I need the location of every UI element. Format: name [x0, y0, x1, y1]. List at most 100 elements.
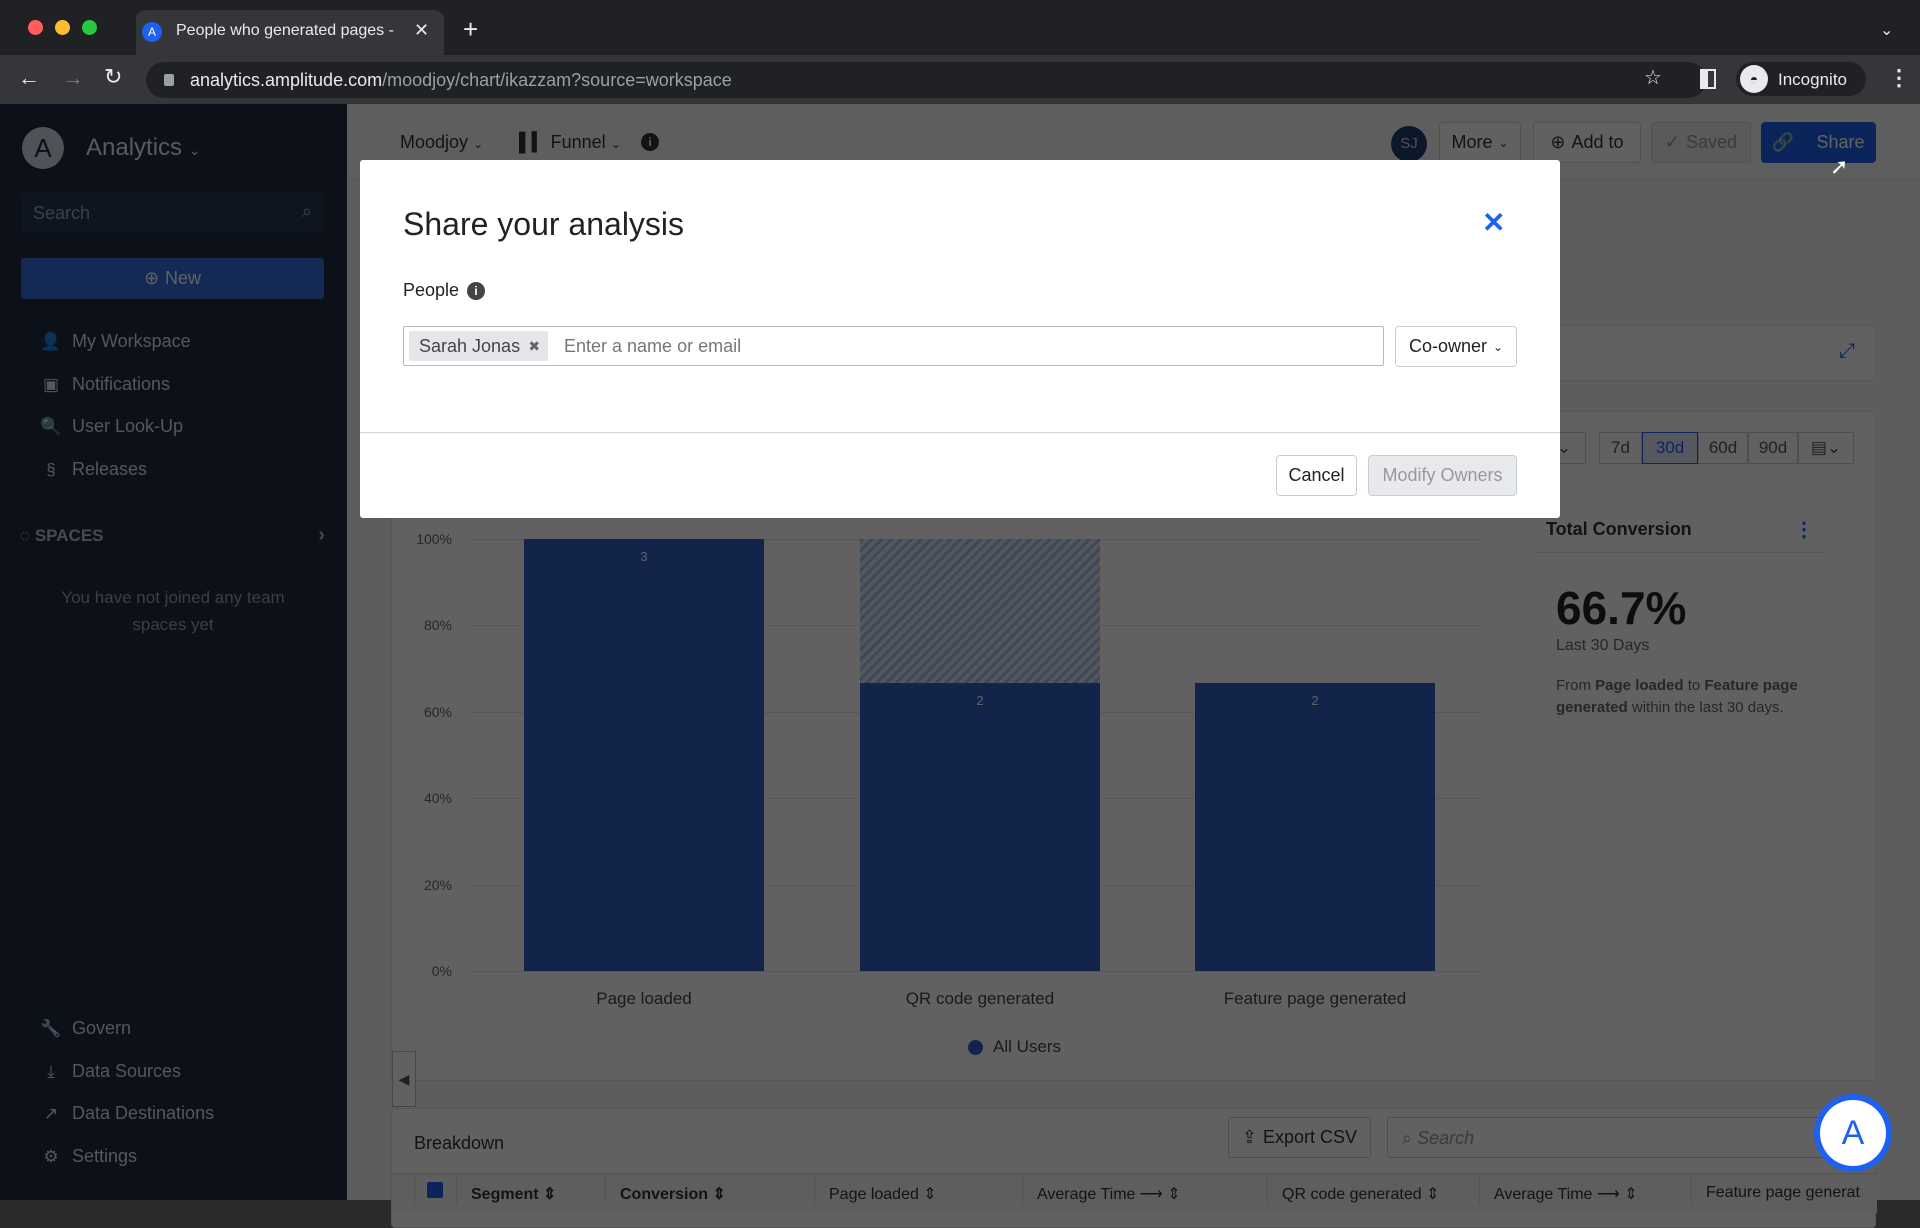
chevron-right-icon: › [318, 524, 325, 546]
address-bar[interactable]: analytics.amplitude.com/moodjoy/chart/ik… [146, 62, 1706, 98]
y-tick-label: 40% [423, 790, 452, 807]
lock-icon [164, 74, 174, 86]
export-csv-button[interactable]: ⇪ Export CSV [1228, 1117, 1371, 1158]
info-icon[interactable]: i [467, 281, 486, 300]
search-placeholder: Search [1417, 1128, 1475, 1148]
check-icon: ✓ [1664, 132, 1681, 152]
cancel-button[interactable]: Cancel [1276, 455, 1357, 496]
plus-circle-icon: ⊕ [143, 268, 160, 288]
saved-label: Saved [1686, 132, 1738, 152]
role-value: Co-owner [1408, 336, 1487, 356]
search-icon: ⌕ [301, 201, 312, 221]
export-icon: ↗ [43, 1103, 59, 1123]
modify-owners-button[interactable]: Modify Owners [1368, 455, 1517, 496]
copy-link-button[interactable]: 🔗 [1761, 122, 1805, 163]
sidebar-item-notifications[interactable]: ▣ Notifications [40, 374, 170, 395]
sidebar-item-user-lookup[interactable]: 🔍 User Look-Up [40, 416, 183, 437]
browser-tab[interactable]: People who generated pages - [136, 10, 444, 55]
breakdown-search-input[interactable]: ⌕ Search [1387, 1117, 1861, 1158]
dropoff-bar [860, 539, 1100, 683]
x-tick-label: Page loaded [596, 989, 692, 1008]
amplitude-logo-icon: A [1820, 1100, 1886, 1166]
search-placeholder: Search [33, 203, 91, 223]
kebab-menu-icon[interactable]: ⋮ [1794, 517, 1814, 542]
close-tab-icon[interactable]: ✕ [414, 20, 429, 41]
bookmark-star-icon[interactable]: ☆ [1644, 65, 1662, 90]
x-tick-label: Feature page generated [1223, 989, 1407, 1008]
sidebar-item-label: User Look-Up [72, 416, 184, 436]
calendar-icon: ▤⌄ [1810, 438, 1842, 457]
amplitude-logo-icon: A [22, 127, 64, 169]
back-icon[interactable]: ← [18, 65, 40, 91]
share-modal: Share your analysis ✕ People i Sarah Jona… [360, 160, 1560, 518]
modal-title: Share your analysis [403, 206, 685, 242]
column-label: Average Time ⟶ [1494, 1186, 1620, 1203]
sidebar-item-label: Notifications [72, 374, 171, 394]
close-window-button[interactable] [28, 20, 43, 35]
chevron-down-icon: ⌄ [1498, 135, 1509, 150]
column-label: Page loaded [829, 1186, 919, 1203]
incognito-profile-button[interactable]: ◓ Incognito [1736, 62, 1866, 96]
browser-menu-icon[interactable]: ⋮ [1888, 65, 1910, 91]
chart-type-dropdown[interactable]: ▌▍ Funnel ⌄ [519, 132, 621, 153]
project-name: Moodjoy [400, 132, 469, 152]
breakdown-card: Breakdown ⇪ Export CSV ⌕ Search Segment ⇕… [391, 1108, 1877, 1228]
saved-button[interactable]: ✓ Saved [1651, 122, 1751, 163]
funnel-chart-icon: ▌▍ [519, 132, 546, 152]
help-assistant-button[interactable]: A [1814, 1094, 1892, 1172]
person-chip: Sarah Jonas ✖ [409, 331, 549, 361]
conversion-value: 66.7% [1556, 582, 1687, 634]
export-label: Export CSV [1263, 1127, 1358, 1147]
add-to-button[interactable]: ⊕ Add to [1533, 122, 1641, 163]
x-tick-label: QR code generated [905, 989, 1055, 1008]
expand-icon[interactable]: ⤢ [1839, 340, 1855, 363]
sidebar-search-input[interactable]: Search ⌕ [21, 193, 324, 233]
sidebar-item-settings[interactable]: ⚙ Settings [40, 1146, 137, 1167]
maximize-window-button[interactable] [82, 20, 97, 35]
info-icon[interactable]: i [641, 133, 659, 151]
sidebar-item-releases[interactable]: § Releases [40, 459, 147, 480]
remove-chip-icon[interactable]: ✖ [528, 331, 540, 361]
share-button[interactable]: Share [1805, 122, 1876, 163]
summary-title: Total Conversion [1546, 519, 1692, 539]
sidebar-item-data-destinations[interactable]: ↗ Data Destinations [40, 1103, 214, 1124]
scroll-left-button[interactable]: ◀ [392, 1051, 416, 1107]
incognito-icon: ◓ [1740, 65, 1768, 93]
tab-list-chevron-icon[interactable]: ⌄ [1880, 20, 1893, 40]
people-input[interactable]: Sarah Jonas ✖ Enter a name or email [403, 326, 1384, 366]
sidebar-item-label: Releases [72, 459, 148, 479]
side-panel-icon[interactable] [1700, 69, 1716, 89]
people-label-row: People i [403, 280, 486, 301]
total-conversion-panel: Total Conversion ⋮ 66.7% Last 30 Days Fr… [1534, 519, 1826, 719]
role-dropdown[interactable]: Co-owner ⌄ [1395, 326, 1517, 367]
spaces-header[interactable]: ◌ SPACES › [20, 524, 325, 546]
minimize-window-button[interactable] [55, 20, 70, 35]
more-label: More [1451, 132, 1493, 152]
project-dropdown[interactable]: Moodjoy ⌄ [400, 132, 483, 153]
reload-icon[interactable]: ↻ [104, 64, 122, 90]
app-switcher[interactable]: Analytics ⌄ [86, 134, 200, 162]
y-tick-label: 0% [431, 963, 452, 979]
new-tab-icon[interactable]: + [463, 14, 478, 45]
sidebar-item-my-workspace[interactable]: 👤 My Workspace [40, 331, 190, 352]
new-button[interactable]: ⊕ New [21, 258, 324, 299]
sidebar-item-data-sources[interactable]: ⤓ Data Sources [40, 1061, 181, 1082]
date-7d-button[interactable]: 7d [1599, 432, 1642, 464]
sidebar-item-govern[interactable]: 🔧 Govern [40, 1018, 131, 1039]
people-input-placeholder: Enter a name or email [564, 336, 742, 356]
y-tick-label: 20% [423, 876, 452, 893]
date-30d-button[interactable]: 30d [1642, 432, 1698, 464]
date-90d-button[interactable]: 90d [1748, 432, 1798, 464]
close-icon[interactable]: ✕ [1482, 206, 1505, 239]
avatar[interactable]: SJ [1391, 126, 1427, 162]
app-name: Analytics [86, 134, 183, 161]
forward-icon[interactable]: → [62, 65, 84, 91]
date-60d-button[interactable]: 60d [1698, 432, 1748, 464]
profile-label: Incognito [1778, 70, 1847, 89]
more-button[interactable]: More ⌄ [1439, 122, 1521, 163]
browser-tab-bar: People who generated pages - A ✕ + ⌄ [0, 0, 1920, 55]
share-label: Share [1816, 132, 1865, 152]
bar [1195, 682, 1435, 971]
calendar-dropdown[interactable]: ▤⌄ [1798, 432, 1854, 464]
chevron-down-icon: ⌄ [188, 142, 201, 158]
